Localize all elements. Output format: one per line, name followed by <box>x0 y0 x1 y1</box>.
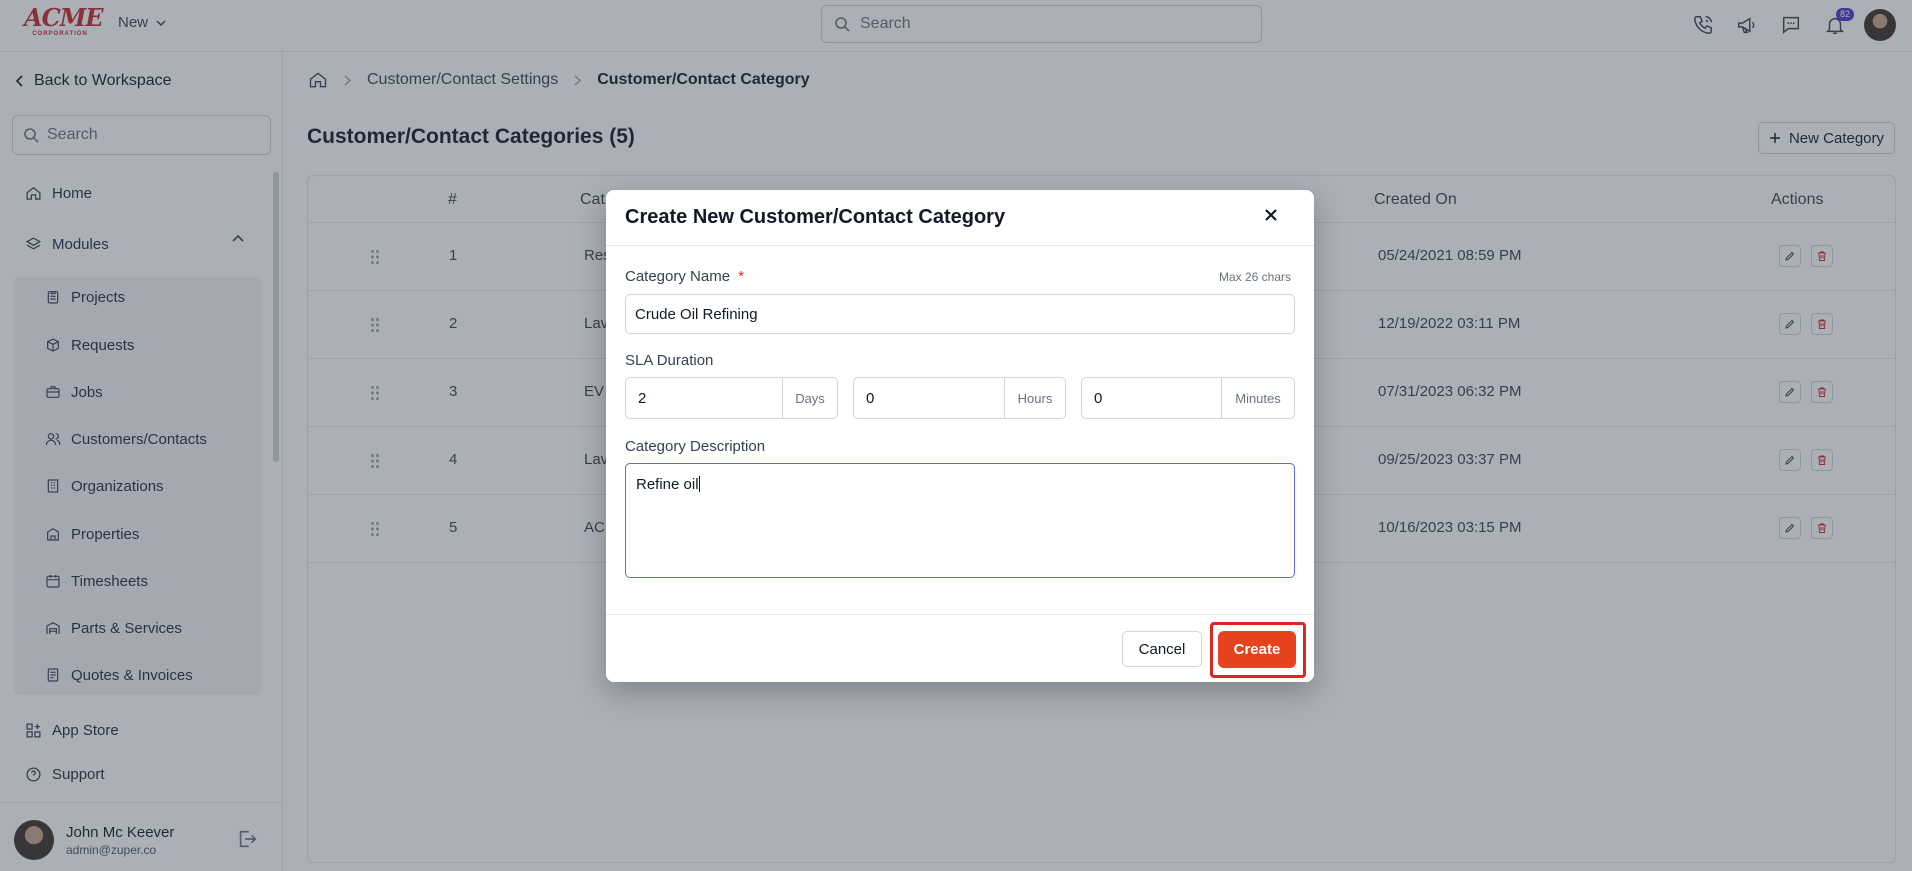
sla-days-field[interactable]: 2 Days <box>625 377 838 419</box>
category-name-label: Category Name * <box>625 268 745 285</box>
create-category-modal: Create New Customer/Contact Category Cat… <box>606 190 1314 682</box>
sla-duration-label: SLA Duration <box>625 352 714 369</box>
sla-hours-field[interactable]: 0 Hours <box>853 377 1066 419</box>
sla-days-input[interactable]: 2 <box>626 378 783 418</box>
sla-hours-input[interactable]: 0 <box>854 378 1005 418</box>
category-name-input[interactable]: Crude Oil Refining <box>625 294 1295 334</box>
create-button[interactable]: Create <box>1218 631 1296 668</box>
modal-title: Create New Customer/Contact Category <box>625 206 1006 228</box>
cancel-button[interactable]: Cancel <box>1122 631 1202 667</box>
sla-minutes-input[interactable]: 0 <box>1082 378 1222 418</box>
text-caret <box>698 476 700 492</box>
required-marker: * <box>738 268 745 285</box>
category-description-label: Category Description <box>625 438 766 455</box>
sla-minutes-field[interactable]: 0 Minutes <box>1081 377 1295 419</box>
divider <box>606 245 1314 246</box>
close-icon[interactable] <box>1264 208 1278 222</box>
sla-minutes-unit: Minutes <box>1235 390 1281 406</box>
sla-hours-unit: Hours <box>1017 390 1053 406</box>
divider <box>606 614 1314 615</box>
max-chars-hint: Max 26 chars <box>1219 270 1292 284</box>
category-description-textarea[interactable]: Refine oil <box>625 463 1295 578</box>
sla-days-unit: Days <box>795 390 825 406</box>
